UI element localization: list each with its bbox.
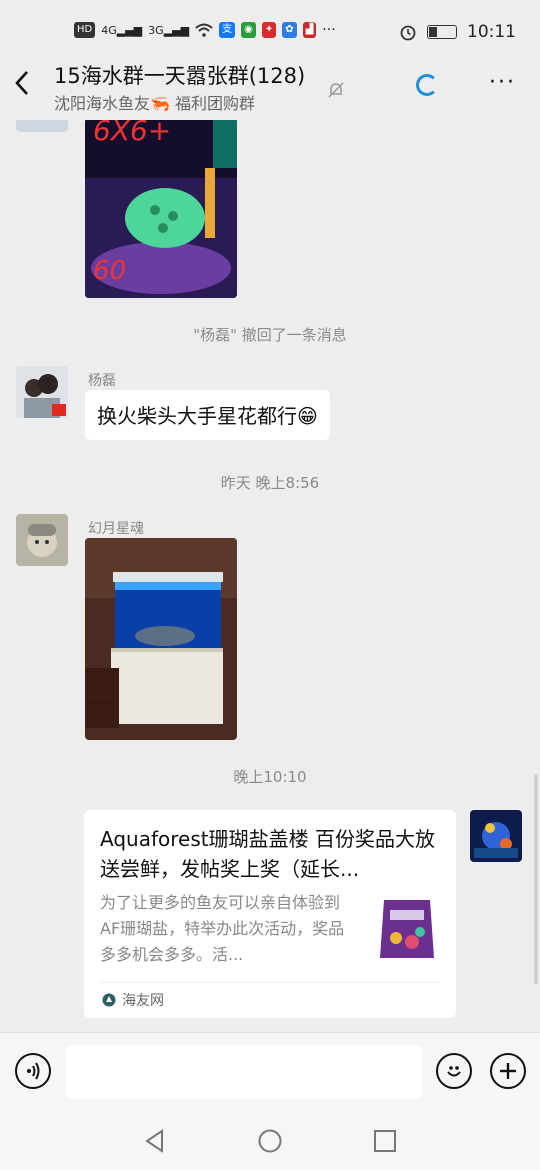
clock-time: 10:11: [467, 22, 516, 42]
signal-4g-icon: 4G▂▄▆: [101, 23, 143, 37]
more-notifications-icon: ···: [322, 22, 336, 38]
network-3g-label: 3G: [148, 23, 164, 37]
sports-app-icon: ✦: [261, 22, 277, 38]
nav-back-icon[interactable]: [142, 1128, 168, 1154]
system-nav-bar: [0, 1112, 540, 1170]
mute-bell-icon: [328, 82, 344, 98]
hd-badge: HD: [74, 22, 96, 38]
avatar-yanglei-top[interactable]: [16, 120, 68, 132]
image-message-aquarium[interactable]: · · · · · · · · ·: [85, 538, 237, 740]
link-card-source-name: 海友网: [122, 993, 164, 1009]
plus-icon: [500, 1063, 516, 1079]
alipay-icon: 支: [219, 22, 236, 38]
timestamp-tonight: 晚上10:10: [233, 768, 307, 786]
image-message-coral[interactable]: 6X6+ 60: [85, 120, 237, 298]
chat-header: 15海水群一天嚣张群(128) 沈阳海水鱼友🦐 福利团购群 ···: [0, 48, 540, 120]
timestamp-yesterday: 昨天 晚上8:56: [220, 474, 320, 492]
network-4g-label: 4G: [101, 23, 117, 37]
app-notification-icon: ◉: [241, 22, 256, 38]
chat-scrollbar[interactable]: [534, 774, 538, 984]
link-card-title: Aquaforest珊瑚盐盖楼 百份奖品大放送尝鲜，发帖奖上奖（延长...: [100, 827, 435, 881]
link-card-divider: [100, 982, 440, 983]
avatar-photo: [16, 514, 68, 566]
status-left-icons: HD 4G▂▄▆ 3G▂▄▆ 支 ◉ ✦ ✿ ▟ ···: [74, 22, 336, 38]
svg-text:· · · · · · · · ·: · · · · · · · · ·: [89, 694, 111, 699]
stocks-app-icon: ▟: [302, 22, 317, 38]
input-bar: [0, 1032, 540, 1112]
nav-recents-icon[interactable]: [372, 1128, 398, 1154]
link-card-description: 为了让更多的鱼友可以亲自体验到AF珊瑚盐，特举办此次活动，奖品多多机会多多。活.…: [100, 893, 345, 964]
voice-input-button[interactable]: [15, 1053, 51, 1089]
status-right-icons: 10:11: [399, 22, 516, 42]
emoji-button[interactable]: [436, 1053, 472, 1089]
text-message-yanglei[interactable]: 换火柴头大手星花都行😁: [85, 390, 330, 440]
sender-name-huanyue: 幻月星魂: [88, 521, 144, 537]
avatar-photo: [470, 810, 522, 862]
chat-messages[interactable]: 6X6+ 60 "杨磊" 撤回了一条消息 杨磊 换火柴头大手星花都行😁 昨天 晚…: [0, 120, 540, 1032]
more-options-button[interactable]: ···: [489, 70, 516, 95]
battery-level: [429, 27, 438, 37]
more-functions-button[interactable]: [490, 1053, 526, 1089]
recall-notice: "杨磊" 撤回了一条消息: [193, 326, 347, 344]
message-input[interactable]: [66, 1045, 422, 1099]
link-card-thumbnail: [376, 892, 438, 964]
coral-photo-text-2: 60: [93, 256, 127, 286]
alarm-icon: [400, 25, 416, 41]
back-button[interactable]: [14, 70, 30, 101]
signal-3g-icon: 3G▂▄▆: [148, 23, 190, 37]
wifi-icon: [195, 23, 213, 37]
source-logo-icon: [102, 993, 116, 1007]
baidu-icon: ✿: [282, 22, 297, 38]
emoji-icon: [447, 1066, 461, 1077]
avatar-self[interactable]: [470, 810, 522, 862]
avatar-photo: [16, 366, 68, 418]
voice-icon: [27, 1062, 40, 1080]
avatar-huanyue[interactable]: [16, 514, 68, 566]
battery-icon: [427, 25, 457, 39]
nav-home-icon[interactable]: [257, 1128, 283, 1154]
sender-name-yanglei: 杨磊: [88, 373, 116, 389]
back-arrow-icon: [15, 71, 28, 95]
link-card-source: 海友网: [102, 990, 164, 1010]
link-card-message[interactable]: Aquaforest珊瑚盐盖楼 百份奖品大放送尝鲜，发帖奖上奖（延长... 为了…: [84, 810, 456, 1018]
loading-spinner-icon: [416, 74, 438, 96]
avatar-yanglei[interactable]: [16, 366, 68, 418]
aquarium-photo: · · · · · · · · ·: [85, 538, 237, 740]
chat-subtitle: 沈阳海水鱼友🦐 福利团购群: [54, 94, 256, 113]
coral-photo-text-1: 6X6+: [93, 120, 172, 147]
chat-title: 15海水群一天嚣张群(128): [54, 64, 306, 88]
